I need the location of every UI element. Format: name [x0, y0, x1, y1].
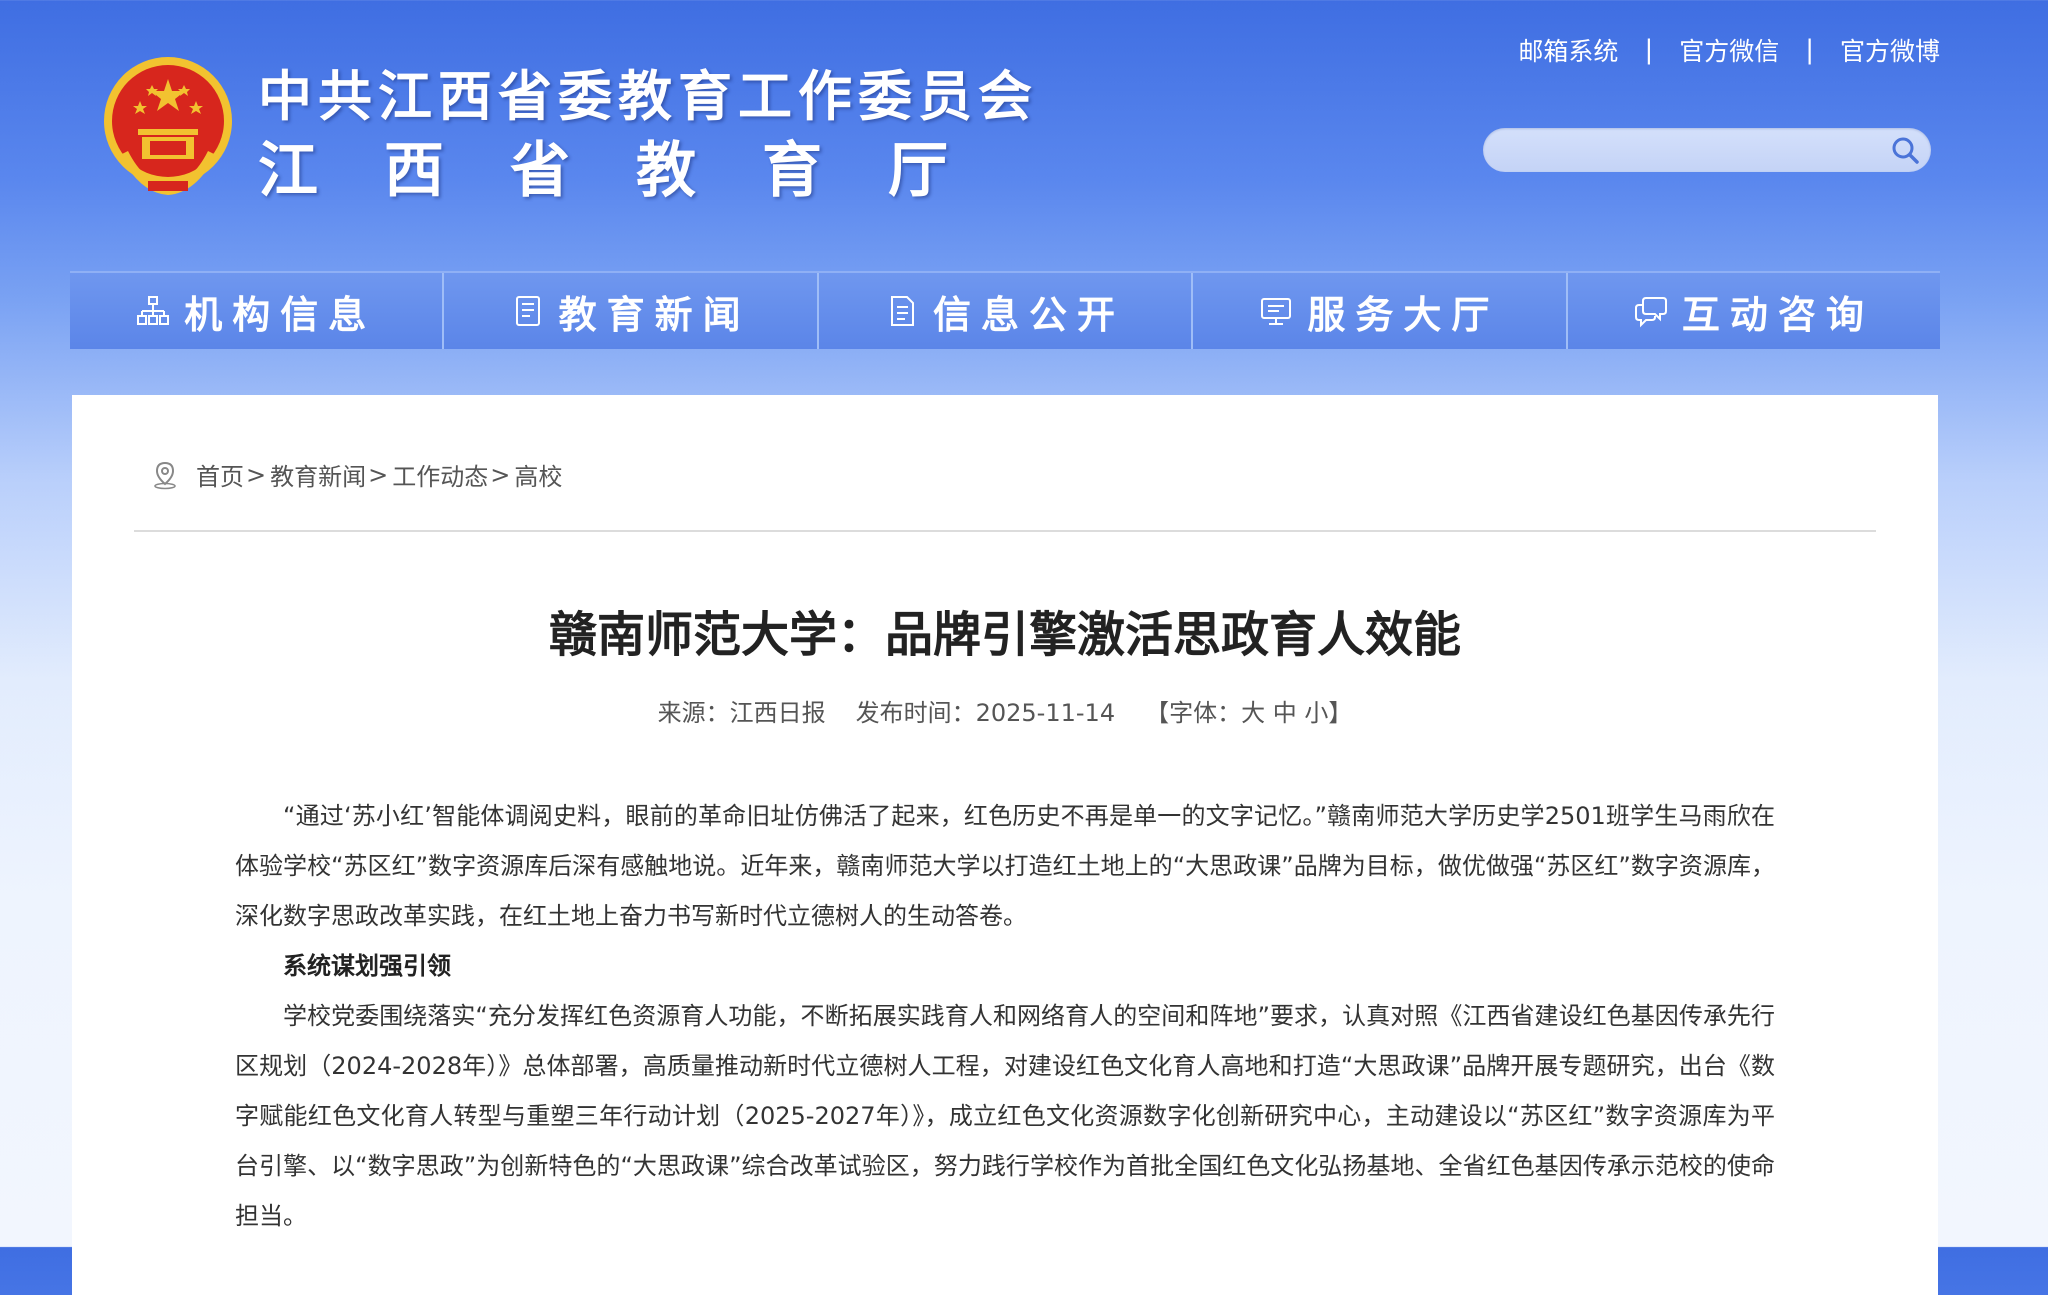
org-name-line2: 江 西 省 教 育 厅: [258, 122, 948, 209]
link-separator: |: [1805, 35, 1814, 65]
article-publish-time: 发布时间：2025-11-14: [855, 699, 1116, 727]
org-name-char: 省: [510, 136, 570, 206]
font-size-large-button[interactable]: 大: [1241, 699, 1265, 727]
document-icon: [891, 296, 914, 326]
nav-item-info-disclosure[interactable]: 信息公开: [819, 273, 1194, 349]
breadcrumb-universities[interactable]: 高校: [514, 457, 562, 492]
org-name-char: 教: [636, 136, 696, 206]
article-body: “通过‘苏小红’智能体调阅史料，眼前的革命旧址仿佛活了起来，红色历史不再是单一的…: [235, 791, 1775, 1241]
org-name-char: 育: [762, 136, 822, 206]
article-source: 来源：江西日报: [657, 699, 826, 727]
article-title: 赣南师范大学：品牌引擎激活思政育人效能: [548, 607, 1461, 663]
font-size-prefix: 【字体：: [1145, 699, 1242, 727]
news-icon: [515, 296, 540, 326]
chat-bubbles-icon: [1634, 297, 1667, 328]
nav-item-label: 机构信息: [184, 292, 377, 337]
font-size-medium-button[interactable]: 中: [1273, 699, 1297, 727]
org-name-char: 西: [384, 136, 444, 206]
official-weibo-link[interactable]: 官方微博: [1840, 32, 1940, 68]
nav-item-service-hall[interactable]: 服务大厅: [1193, 273, 1568, 349]
article-paragraph: “通过‘苏小红’智能体调阅史料，眼前的革命旧址仿佛活了起来，红色历史不再是单一的…: [235, 802, 1775, 930]
nav-item-label: 服务大厅: [1307, 292, 1500, 337]
breadcrumb-separator: >: [368, 460, 389, 489]
org-name-char: 厅: [888, 136, 948, 206]
breadcrumb-separator: >: [490, 460, 511, 489]
breadcrumb-education-news[interactable]: 教育新闻: [270, 457, 366, 492]
article-subheading: 系统谋划强引领: [283, 952, 451, 980]
monitor-icon: [1261, 298, 1292, 325]
official-wechat-link[interactable]: 官方微信: [1679, 32, 1779, 68]
article-card: 首页 > 教育新闻 > 工作动态 > 高校 赣南师范大学：品牌引擎激活思政育人效…: [72, 395, 1938, 1295]
article-meta: 来源：江西日报 发布时间：2025-11-14 【字体：大 中 小】: [72, 693, 1938, 728]
org-chart-icon: [137, 296, 170, 325]
org-name-line1: 中共江西省委教育工作委员会: [258, 65, 1038, 128]
search-box: [1483, 128, 1931, 172]
font-size-small-button[interactable]: 小: [1304, 699, 1328, 727]
search-input[interactable]: [1501, 134, 1875, 168]
national-emblem-icon: [104, 57, 232, 195]
nav-item-education-news[interactable]: 教育新闻: [444, 273, 819, 349]
site-header: 中共江西省委教育工作委员会 江 西 省 教 育 厅 邮箱系统 | 官方微信 | …: [0, 0, 2048, 270]
org-name-char: 江: [258, 136, 318, 206]
article-paragraph: 学校党委围绕落实“充分发挥红色资源育人功能，不断拓展实践育人和网络育人的空间和阵…: [235, 1002, 1775, 1230]
breadcrumb-separator: >: [246, 460, 267, 489]
breadcrumb-work-updates[interactable]: 工作动态: [392, 457, 488, 492]
top-links: 邮箱系统 | 官方微信 | 官方微博: [1518, 32, 1940, 68]
breadcrumb-home[interactable]: 首页: [196, 457, 244, 492]
nav-item-org-info[interactable]: 机构信息: [70, 273, 445, 349]
mail-system-link[interactable]: 邮箱系统: [1518, 32, 1618, 68]
breadcrumb: 首页 > 教育新闻 > 工作动态 > 高校: [150, 457, 562, 492]
nav-item-label: 教育新闻: [558, 292, 751, 337]
search-icon[interactable]: [1889, 135, 1921, 165]
font-size-suffix: 】: [1328, 699, 1353, 727]
nav-item-label: 信息公开: [933, 292, 1126, 337]
main-nav: 机构信息 教育新闻 信息公开 服务大厅 互动咨询: [70, 271, 1940, 349]
nav-item-interactive-consult[interactable]: 互动咨询: [1568, 273, 1940, 349]
nav-item-label: 互动咨询: [1681, 292, 1874, 337]
breadcrumb-divider: [134, 530, 1876, 532]
location-pin-icon: [154, 461, 176, 489]
link-separator: |: [1644, 35, 1654, 65]
